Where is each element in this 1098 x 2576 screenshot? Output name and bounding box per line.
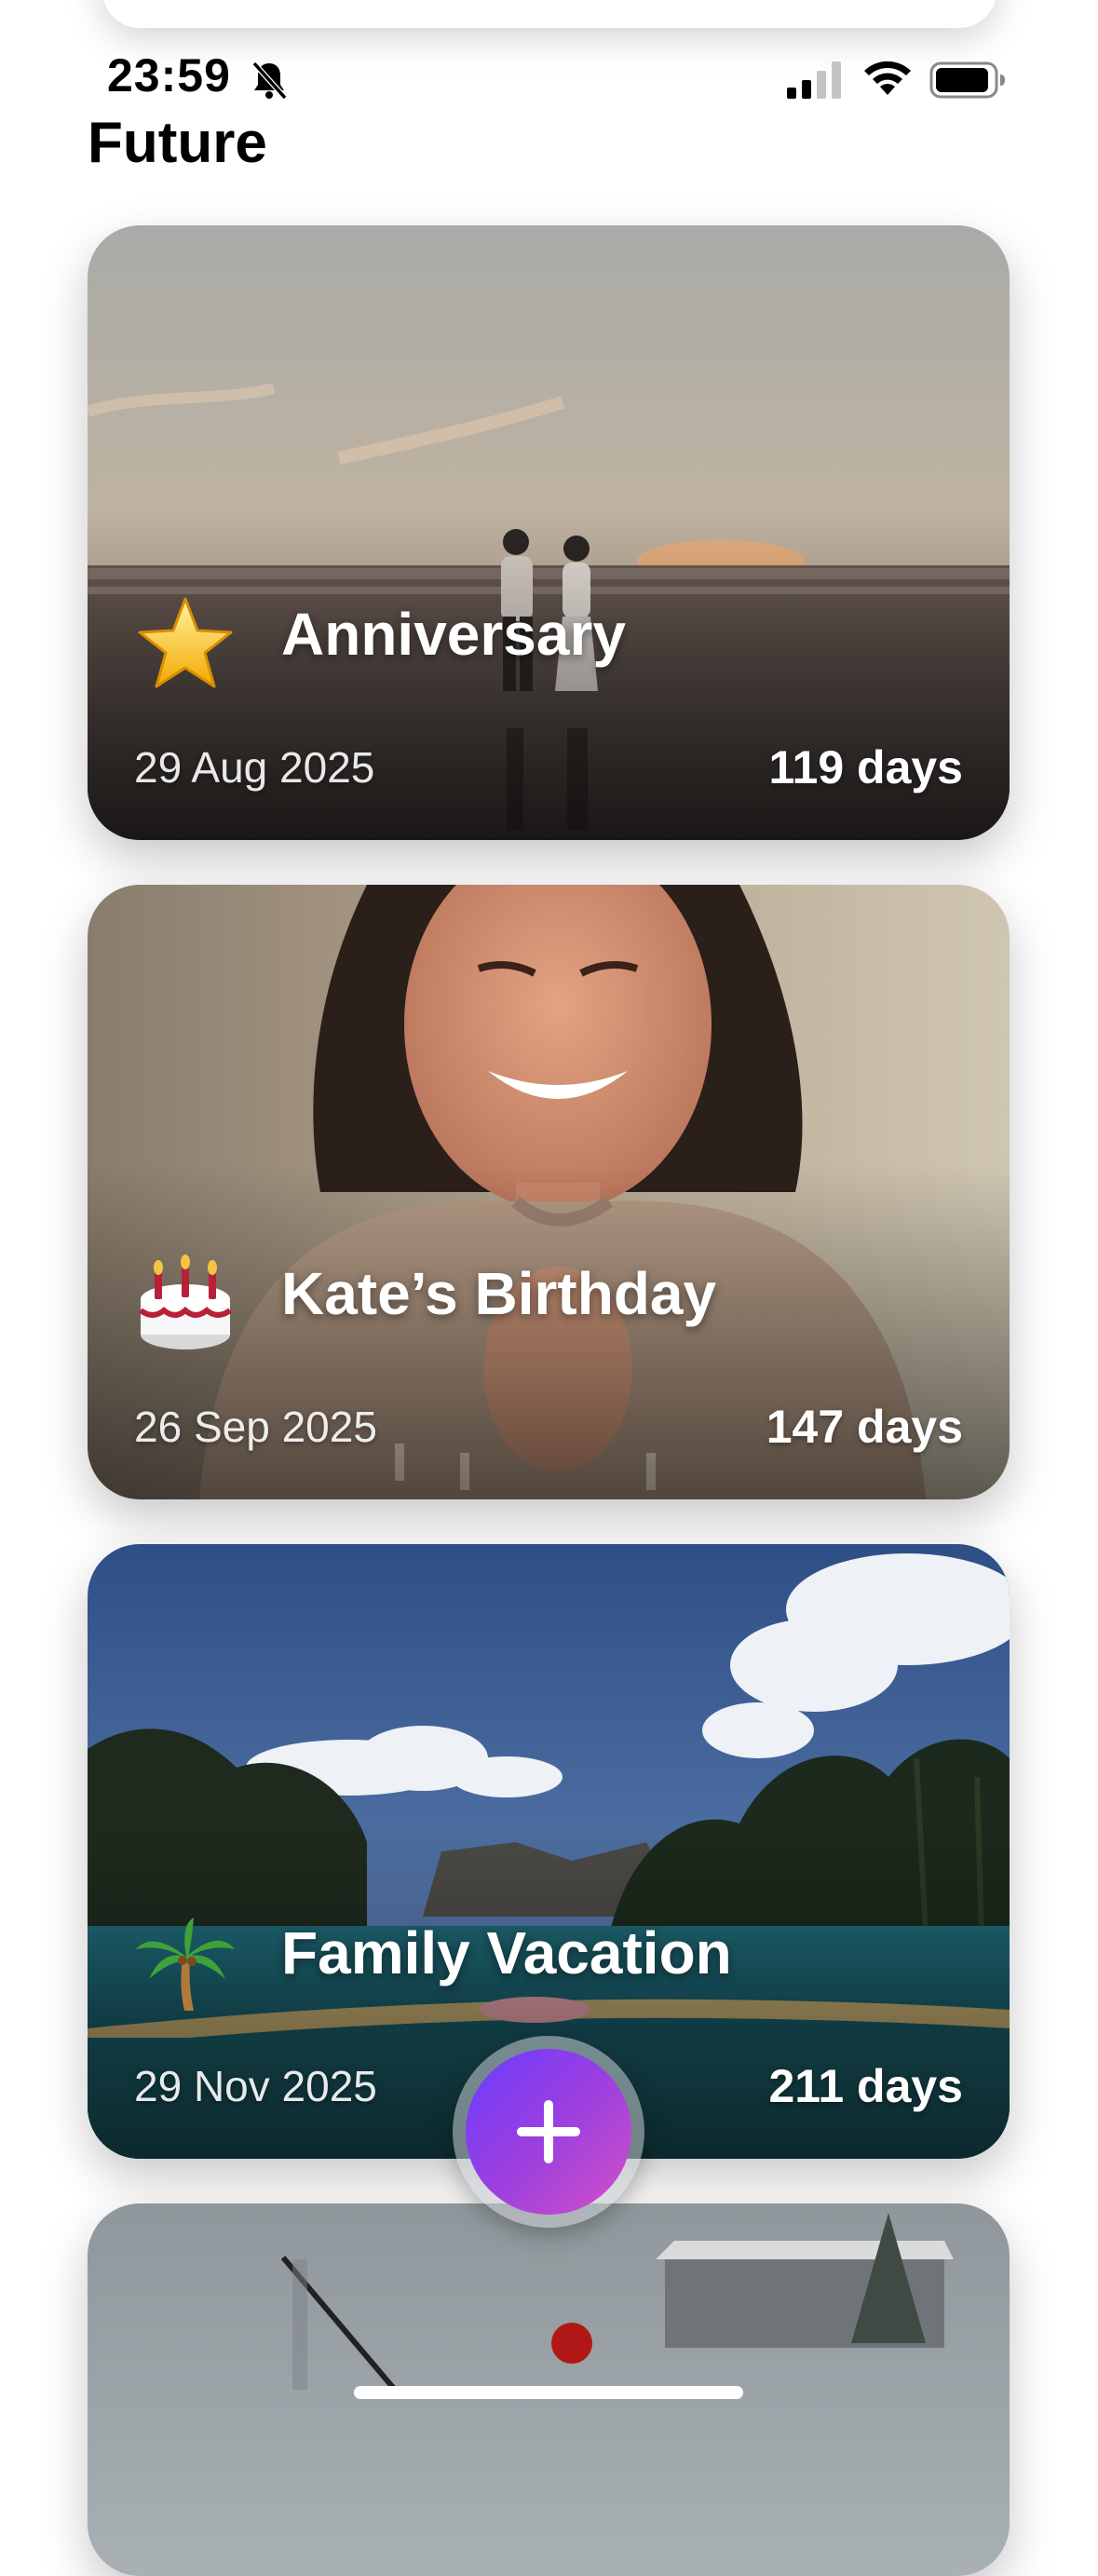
plus-icon — [517, 2100, 580, 2163]
wifi-icon — [864, 61, 911, 95]
status-bar: 23:59 — [0, 0, 1098, 112]
home-indicator[interactable] — [354, 2386, 743, 2399]
add-event-button[interactable] — [466, 2049, 631, 2215]
bell-slash-icon — [251, 61, 288, 100]
star-emoji-icon — [138, 597, 233, 688]
status-time: 23:59 — [107, 49, 231, 102]
event-title: Family Vacation — [281, 1919, 732, 1986]
days-remaining: 211 days — [768, 2060, 963, 2112]
cellular-signal-icon — [787, 61, 841, 99]
event-card-kates-birthday[interactable]: Kate’s Birthday 26 Sep 2025 147 days — [88, 885, 1010, 1499]
page-title: Future — [88, 111, 267, 175]
event-date: 29 Nov 2025 — [134, 2062, 377, 2110]
event-title: Anniversary — [281, 601, 626, 668]
days-remaining: 147 days — [766, 1401, 963, 1453]
battery-icon — [929, 61, 1005, 99]
event-date: 26 Sep 2025 — [134, 1403, 377, 1451]
birthday-cake-emoji-icon — [139, 1254, 232, 1349]
palm-tree-emoji-icon — [136, 1918, 235, 2011]
event-date: 29 Aug 2025 — [134, 743, 375, 792]
event-card-anniversary[interactable]: Anniversary 29 Aug 2025 119 days — [88, 225, 1010, 840]
days-remaining: 119 days — [768, 741, 963, 793]
event-title: Kate’s Birthday — [281, 1260, 717, 1327]
